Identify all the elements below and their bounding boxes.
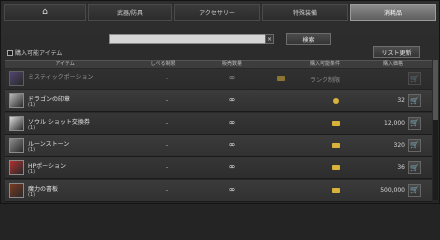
currency-icon: [332, 165, 340, 171]
purchasable-checkbox[interactable]: [7, 49, 13, 56]
item-quantity: (1): [28, 102, 36, 109]
item-name: ソウル ショット交換券: [28, 118, 90, 126]
col-price: 購入価格: [382, 61, 403, 67]
item-name: ミスティックポーション: [28, 74, 94, 81]
level-limit: -: [165, 97, 169, 105]
tab-home[interactable]: ⌂: [4, 4, 86, 21]
stock-count: ∞: [228, 162, 236, 172]
col-level-limit: しべる制限: [150, 61, 176, 67]
purchase-condition: ランク制限: [309, 77, 340, 84]
level-limit: -: [165, 119, 169, 127]
currency-icon: [277, 76, 285, 81]
level-limit: -: [165, 141, 169, 149]
item-icon: [9, 71, 24, 86]
col-stock: 販売数量: [221, 61, 242, 67]
price: 32: [397, 97, 405, 105]
col-condition: 購入可能条件: [309, 61, 340, 67]
cart-icon[interactable]: 🛒: [408, 161, 421, 175]
item-quantity: (1): [28, 124, 36, 131]
item-quantity: (1): [28, 169, 36, 176]
currency-icon: [332, 187, 340, 193]
tab-accessories[interactable]: アクセサリー: [174, 4, 260, 21]
purchasable-filter-label: 購入可能アイテム: [15, 50, 63, 57]
cart-icon[interactable]: 🛒: [408, 94, 421, 108]
price: 36: [397, 164, 405, 172]
shop-window: ⌂ 武器/防具 アクセサリー 特殊装備 消耗品 × 検索 購入可能アイテム リス…: [0, 0, 440, 204]
table-row[interactable]: ソウル ショット交換券 (1) - ∞ 12,000 🛒: [5, 112, 432, 135]
cart-icon[interactable]: 🛒: [408, 183, 421, 197]
level-limit: -: [165, 75, 169, 82]
price: 320: [393, 141, 405, 149]
cart-icon[interactable]: 🛒: [408, 116, 421, 130]
tab-consumables[interactable]: 消耗品: [350, 4, 436, 21]
scrollbar-thumb[interactable]: [433, 60, 438, 120]
item-icon: [9, 115, 24, 131]
table-row[interactable]: ルーンストーン (1) - ∞ 320 🛒: [5, 134, 432, 157]
table-row[interactable]: ドラゴンの印章 (1) - ∞ 32 🛒: [5, 90, 432, 113]
home-icon: ⌂: [42, 7, 48, 17]
stock-count: ∞: [228, 139, 236, 149]
item-icon: [9, 93, 24, 109]
stock-count: ∞: [228, 95, 236, 105]
level-limit: -: [165, 186, 169, 194]
item-icon: [9, 137, 24, 153]
table-row[interactable]: ミスティックポーション - ∞ ランク制限 🛒: [5, 68, 432, 90]
currency-icon: [332, 120, 340, 126]
cart-icon[interactable]: 🛒: [408, 138, 421, 152]
tab-bar: ⌂ 武器/防具 アクセサリー 特殊装備 消耗品: [4, 4, 438, 21]
stock-count: ∞: [228, 184, 236, 194]
item-icon: [9, 160, 24, 176]
level-limit: -: [165, 164, 169, 172]
scrollbar[interactable]: [433, 60, 438, 200]
currency-icon: [332, 142, 340, 148]
purchasable-filter[interactable]: 購入可能アイテム: [7, 48, 62, 57]
price: 12,000: [384, 119, 405, 127]
item-quantity: (1): [28, 191, 36, 198]
price: 500,000: [380, 186, 405, 194]
search-button[interactable]: 検索: [286, 33, 331, 45]
clear-search-button[interactable]: ×: [265, 34, 274, 44]
item-icon: [9, 182, 24, 198]
cart-icon[interactable]: 🛒: [408, 72, 421, 85]
tab-weapons-armor[interactable]: 武器/防具: [88, 4, 172, 21]
currency-icon: [333, 98, 339, 105]
item-quantity: (1): [28, 146, 36, 153]
stock-count: ∞: [228, 73, 236, 82]
col-item: アイテム: [55, 61, 75, 67]
refresh-list-button[interactable]: リスト更新: [373, 46, 420, 58]
search-input[interactable]: [109, 34, 272, 44]
stock-count: ∞: [228, 117, 236, 127]
tab-special-equipment[interactable]: 特殊装備: [262, 4, 348, 21]
table-row[interactable]: 魔力の書板 (1) - ∞ 500,000 🛒: [5, 179, 432, 202]
table-row[interactable]: HPポーション (1) - ∞ 36 🛒: [5, 157, 432, 180]
